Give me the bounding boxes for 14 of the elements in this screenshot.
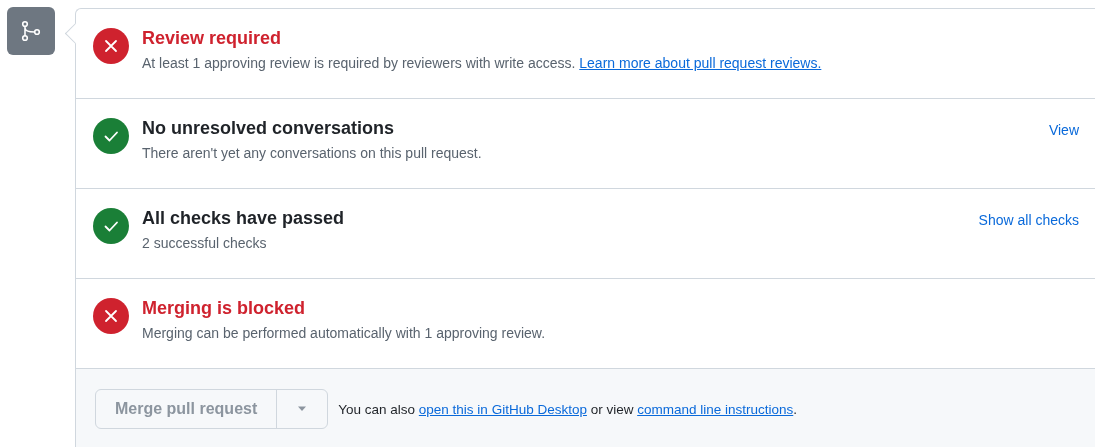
action-link[interactable]: Show all checks — [978, 212, 1079, 228]
section-description: At least 1 approving review is required by reviewers with write access. Learn more about pull request reviews. — [142, 54, 823, 73]
link[interactable]: Learn more about pull request reviews. — [579, 55, 822, 71]
section-title: Review required — [142, 27, 283, 49]
caret-icon — [297, 406, 308, 412]
section-title: No unresolved conversations — [142, 117, 396, 139]
action-link[interactable]: View — [1048, 122, 1079, 138]
section-description: There aren't yet any conversations on this pull request. — [142, 144, 483, 163]
section-description: 2 successful checks — [142, 234, 268, 253]
branch-merge-icon — [7, 7, 55, 55]
section-description: Merging can be performed automatically with 1 approving review. — [142, 324, 547, 343]
merge-note: You can also open this in GitHub Desktop or view command line instructions. — [338, 401, 798, 417]
section-title: All checks have passed — [142, 207, 346, 229]
section-title: Merging is blocked — [142, 297, 307, 319]
